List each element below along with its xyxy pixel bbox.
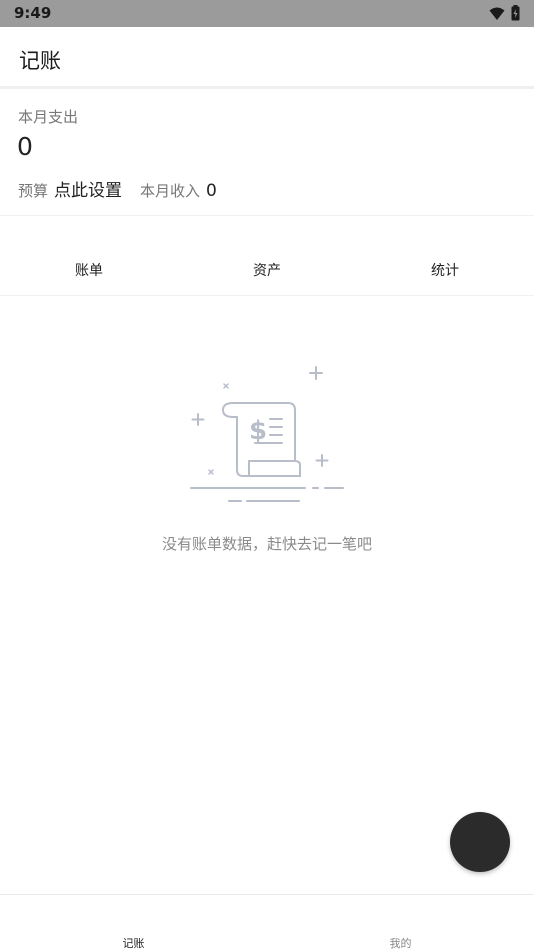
wifi-icon bbox=[489, 6, 505, 25]
tab-assets[interactable]: 资产 bbox=[178, 246, 356, 295]
nav-mine[interactable]: 我的 bbox=[267, 895, 534, 950]
tab-statistics[interactable]: 统计 bbox=[356, 246, 534, 295]
month-expense-label: 本月支出 bbox=[18, 108, 79, 126]
set-budget-link[interactable]: 点此设置 bbox=[54, 176, 122, 201]
monthly-summary: 本月支出 0 预算 点此设置 本月收入 0 bbox=[0, 92, 534, 216]
nav-bookkeeping[interactable]: 记账 bbox=[0, 895, 267, 950]
budget-income-row: 预算 点此设置 本月收入 0 bbox=[18, 176, 217, 201]
month-income-label: 本月收入 bbox=[140, 182, 201, 200]
tab-bills[interactable]: 账单 bbox=[0, 246, 178, 295]
empty-state: $ 没有账单数据，赶快去记一笔吧 bbox=[0, 345, 534, 565]
empty-message: 没有账单数据，赶快去记一笔吧 bbox=[161, 535, 372, 553]
battery-icon bbox=[511, 5, 520, 25]
month-income-value: 0 bbox=[206, 181, 217, 201]
month-expense-value: 0 bbox=[17, 132, 33, 161]
receipt-dollar-icon: $ bbox=[190, 366, 344, 502]
status-time: 9:49 bbox=[14, 4, 52, 22]
page-title: 记账 bbox=[19, 49, 61, 73]
tab-bar: 账单 资产 统计 bbox=[0, 246, 534, 296]
status-icons bbox=[489, 5, 520, 25]
status-bar: 9:49 bbox=[0, 0, 534, 27]
budget-label: 预算 bbox=[18, 182, 49, 200]
app-bar: 记账 bbox=[0, 27, 534, 89]
add-record-button[interactable] bbox=[450, 812, 510, 872]
svg-text:$: $ bbox=[249, 416, 267, 446]
bottom-nav: 记账 我的 bbox=[0, 894, 534, 950]
